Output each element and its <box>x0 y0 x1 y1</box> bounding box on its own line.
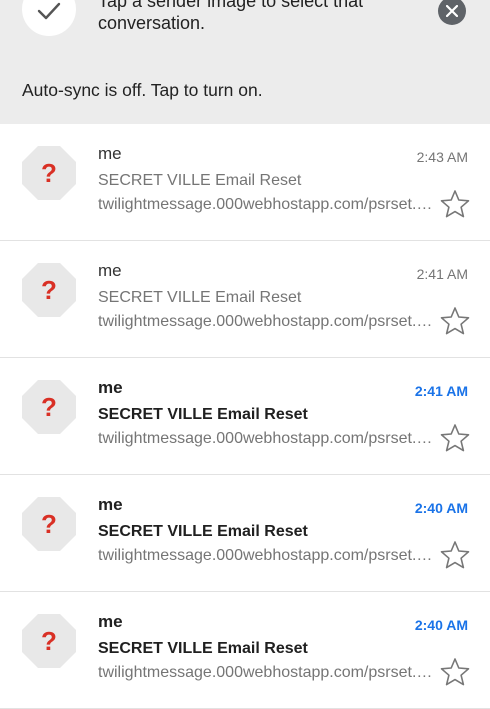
email-time: 2:41 AM <box>416 266 468 282</box>
checkmark-icon <box>22 0 76 36</box>
email-time: 2:41 AM <box>414 383 468 399</box>
email-snippet: twilightmessage.000webhostapp.com/psrset… <box>98 430 434 447</box>
email-subject: SECRET VILLE Email Reset <box>98 523 308 540</box>
star-icon[interactable] <box>440 657 470 687</box>
star-outline <box>440 658 470 686</box>
sender-avatar[interactable]: ? <box>22 146 76 200</box>
unknown-sender-icon: ? <box>41 158 57 188</box>
close-icon[interactable] <box>438 0 466 25</box>
email-subject: SECRET VILLE Email Reset <box>98 172 302 189</box>
email-snippet: twilightmessage.000webhostapp.com/psrset… <box>98 313 434 330</box>
star-icon[interactable] <box>440 423 470 453</box>
star-icon[interactable] <box>440 189 470 219</box>
sender-name: me <box>98 612 123 631</box>
star-outline <box>440 424 470 452</box>
email-list: ? me 2:43 AM SECRET VILLE Email Reset tw… <box>0 124 490 709</box>
sender-avatar[interactable]: ? <box>22 263 76 317</box>
email-row[interactable]: ? me 2:40 AM SECRET VILLE Email Reset tw… <box>0 475 490 592</box>
unknown-sender-icon: ? <box>41 392 57 422</box>
sender-avatar[interactable]: ? <box>22 380 76 434</box>
email-snippet: twilightmessage.000webhostapp.com/psrset… <box>98 547 434 564</box>
star-outline <box>440 307 470 335</box>
email-subject: SECRET VILLE Email Reset <box>98 289 302 306</box>
sender-avatar[interactable]: ? <box>22 614 76 668</box>
sender-name: me <box>98 495 123 514</box>
star-icon[interactable] <box>440 540 470 570</box>
unknown-sender-icon: ? <box>41 275 57 305</box>
star-icon[interactable] <box>440 306 470 336</box>
email-row[interactable]: ? me 2:41 AM SECRET VILLE Email Reset tw… <box>0 358 490 475</box>
sender-avatar[interactable]: ? <box>22 497 76 551</box>
sender-name: me <box>98 144 122 163</box>
tip-banner: Tap a sender image to select that conver… <box>0 0 490 124</box>
email-subject: SECRET VILLE Email Reset <box>98 640 308 657</box>
checkmark-glyph <box>37 2 61 20</box>
email-row[interactable]: ? me 2:41 AM SECRET VILLE Email Reset tw… <box>0 241 490 358</box>
email-row[interactable]: ? me 2:43 AM SECRET VILLE Email Reset tw… <box>0 124 490 241</box>
star-outline <box>440 541 470 569</box>
email-time: 2:40 AM <box>414 617 468 633</box>
unknown-sender-icon: ? <box>41 626 57 656</box>
email-subject: SECRET VILLE Email Reset <box>98 406 308 423</box>
star-outline <box>440 190 470 218</box>
sender-name: me <box>98 378 123 397</box>
close-glyph <box>446 5 458 17</box>
email-snippet: twilightmessage.000webhostapp.com/psrset… <box>98 664 434 681</box>
sender-name: me <box>98 261 122 280</box>
email-time: 2:40 AM <box>414 500 468 516</box>
email-snippet: twilightmessage.000webhostapp.com/psrset… <box>98 196 434 213</box>
unknown-sender-icon: ? <box>41 509 57 539</box>
tip-text: Tap a sender image to select that conver… <box>98 0 364 33</box>
autosync-notice[interactable]: Auto-sync is off. Tap to turn on. <box>22 80 263 101</box>
email-time: 2:43 AM <box>416 149 468 165</box>
email-row[interactable]: ? me 2:40 AM SECRET VILLE Email Reset tw… <box>0 592 490 709</box>
